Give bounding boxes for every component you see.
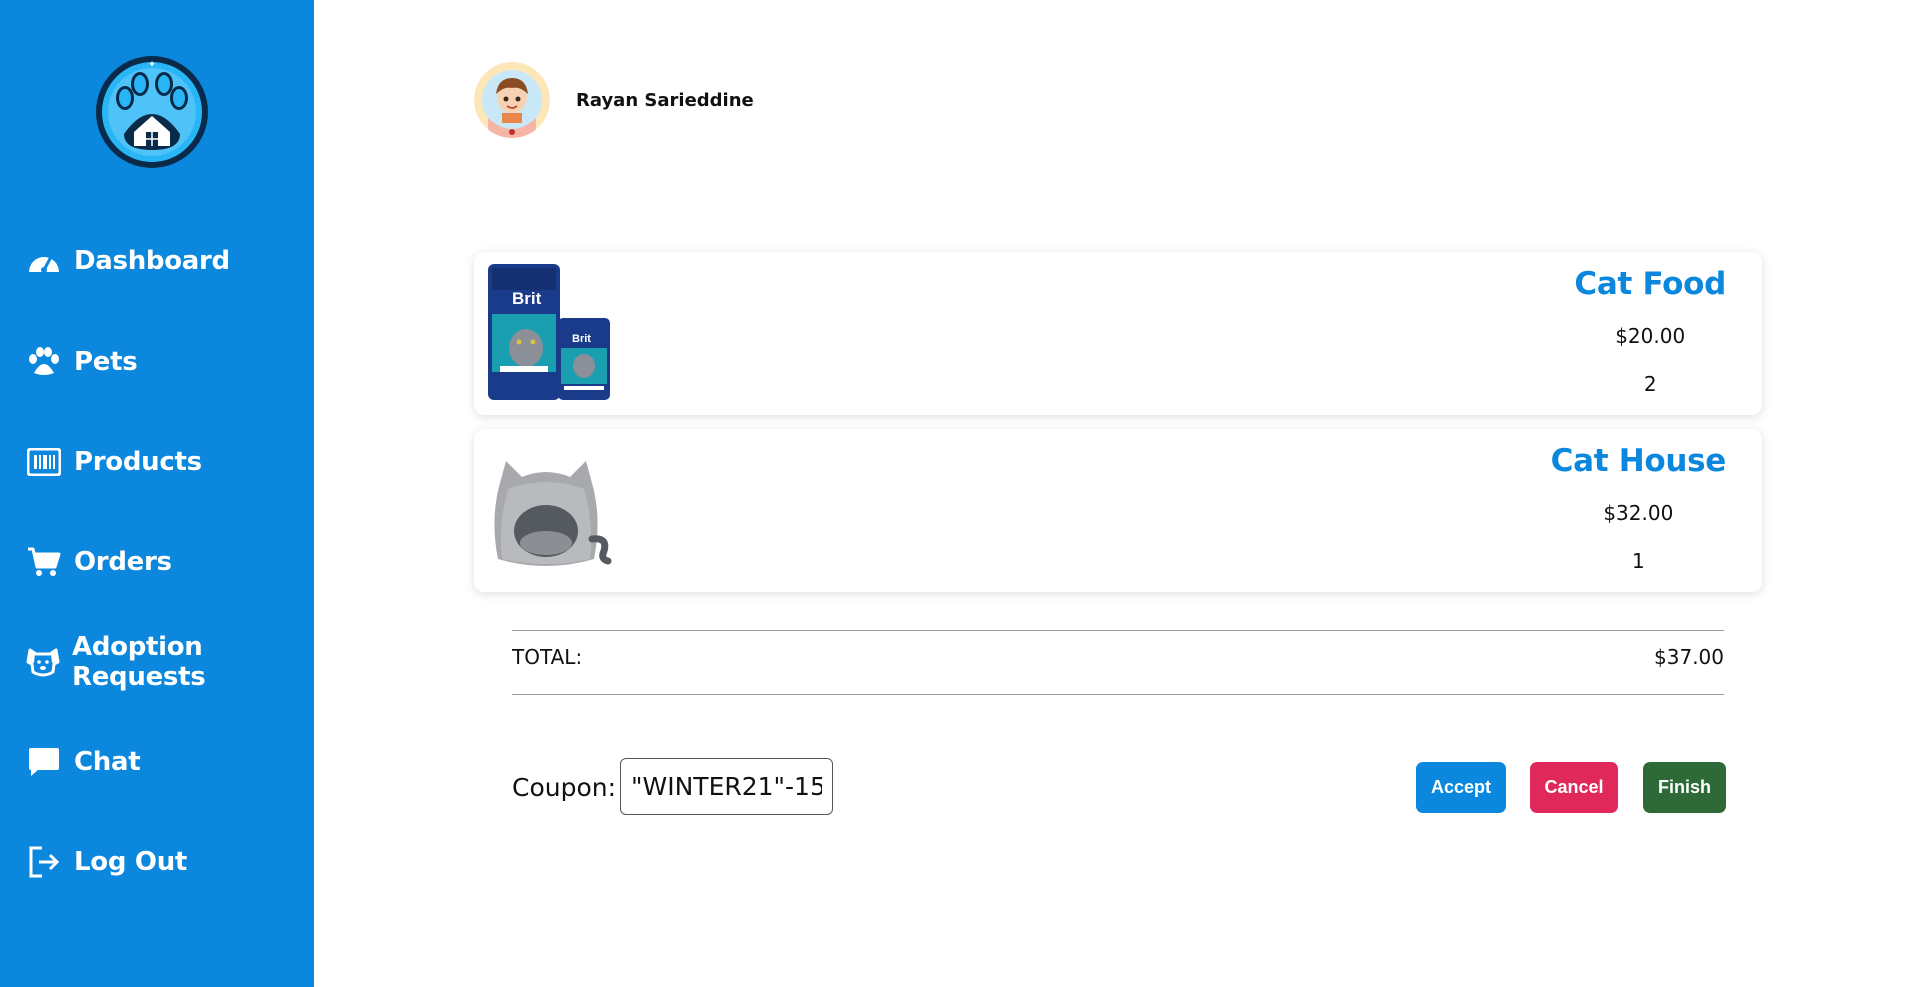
cart-icon: [26, 544, 62, 580]
paw-icon: [26, 344, 62, 380]
sidebar-item-chat[interactable]: Chat: [26, 740, 141, 784]
barcode-icon: [26, 444, 62, 480]
sidebar-item-label: Chat: [74, 747, 141, 777]
chat-icon: [26, 744, 62, 780]
sidebar: ✦ Dashboard Pets Products Orders Adoptio…: [0, 0, 314, 987]
product-image: Brit Brit: [486, 262, 612, 404]
sidebar-item-label: Log Out: [74, 847, 188, 877]
sidebar-item-pets[interactable]: Pets: [26, 340, 138, 384]
product-name: Cat Food: [1574, 266, 1726, 302]
sidebar-item-log-out[interactable]: Log Out: [26, 840, 187, 884]
sidebar-item-orders[interactable]: Orders: [26, 540, 172, 584]
sidebar-item-dashboard[interactable]: Dashboard: [26, 239, 230, 283]
logout-icon: [26, 844, 62, 880]
svg-text:Brit: Brit: [512, 289, 542, 308]
product-info: Cat Food $20.00 2: [1574, 266, 1726, 396]
product-quantity: 1: [1631, 549, 1645, 573]
coupon-input[interactable]: [620, 758, 833, 815]
sidebar-item-label: Products: [74, 447, 202, 477]
sidebar-item-label: Orders: [74, 547, 172, 577]
total-label: TOTAL:: [512, 645, 583, 669]
accept-button[interactable]: Accept: [1416, 762, 1506, 813]
sidebar-item-adoption-requests[interactable]: Adoption Requests: [26, 632, 314, 692]
cancel-button[interactable]: Cancel: [1530, 762, 1618, 813]
svg-text:✦: ✦: [148, 59, 156, 69]
divider: [512, 694, 1724, 695]
sidebar-item-products[interactable]: Products: [26, 440, 202, 484]
total-value: $37.00: [1654, 645, 1724, 669]
product-price: $32.00: [1603, 501, 1674, 525]
sidebar-item-label: Adoption Requests: [72, 632, 206, 692]
cart-item-card: Cat House $32.00 1: [474, 429, 1762, 592]
product-price: $20.00: [1615, 324, 1686, 348]
user-profile[interactable]: Rayan Sarieddine: [474, 62, 754, 138]
speedometer-icon: [26, 243, 62, 279]
finish-button[interactable]: Finish: [1643, 762, 1726, 813]
dog-icon: [26, 644, 60, 680]
paw-house-logo[interactable]: ✦: [94, 54, 210, 170]
user-name: Rayan Sarieddine: [576, 89, 754, 111]
cart-item-card: Brit Brit Cat Food $20.00 2: [474, 252, 1762, 415]
product-image: [486, 439, 612, 581]
coupon-label: Coupon:: [512, 773, 617, 802]
avatar: [474, 62, 550, 138]
product-quantity: 2: [1643, 372, 1657, 396]
product-info: Cat House $32.00 1: [1550, 443, 1727, 573]
product-name: Cat House: [1550, 443, 1727, 479]
divider: [512, 630, 1724, 631]
svg-text:Brit: Brit: [572, 333, 591, 345]
sidebar-item-label: Dashboard: [74, 246, 230, 276]
sidebar-item-label: Pets: [74, 347, 138, 377]
